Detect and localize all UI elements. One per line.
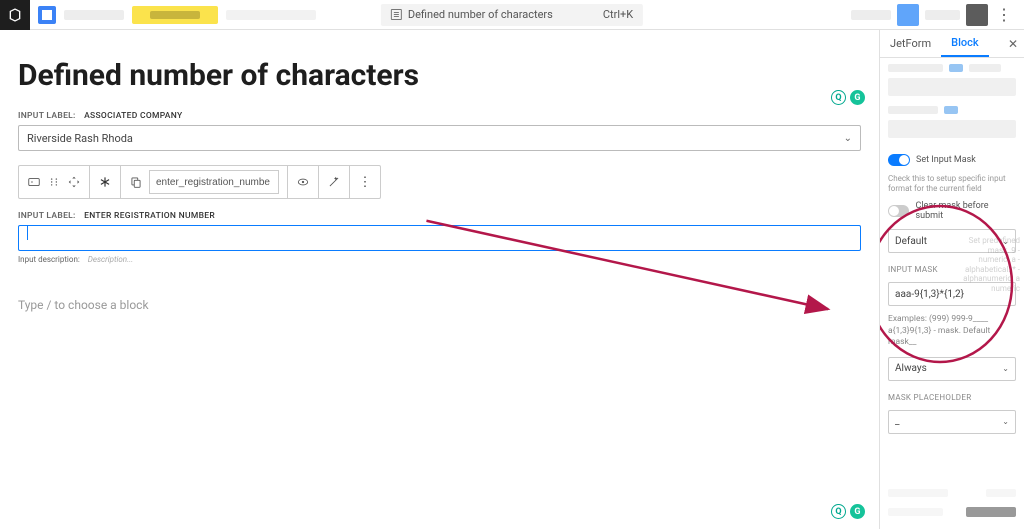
wand-icon: [327, 175, 341, 189]
company-select[interactable]: Riverside Rash Rhoda ⌄: [18, 125, 861, 151]
company-label-text[interactable]: ASSOCIATED COMPANY: [84, 111, 182, 121]
set-input-mask-toggle[interactable]: [888, 154, 910, 166]
settings-sidebar: JetForm Block ✕ Set Input Mask Check thi…: [879, 30, 1024, 529]
assist-badges-bottom: Q G: [831, 504, 865, 519]
chevron-down-icon: ⌄: [1002, 417, 1009, 426]
tab-block[interactable]: Block: [941, 30, 988, 57]
document-icon: [391, 9, 402, 20]
desc-key: Input description:: [18, 255, 80, 264]
wand-button[interactable]: [319, 166, 350, 198]
set-input-mask-label: Set Input Mask: [916, 155, 976, 165]
chevron-down-icon: ⌄: [1002, 364, 1009, 373]
assist-badge[interactable]: Q: [831, 90, 846, 105]
drag-handle-icon: [47, 175, 61, 189]
topbar-highlight: [132, 6, 218, 24]
clear-mask-row: Clear mask before submit: [888, 201, 1016, 221]
annotation-overlay: [0, 30, 879, 529]
tab-jetform[interactable]: JetForm: [880, 30, 941, 57]
command-shortcut: Ctrl+K: [603, 8, 633, 21]
clear-mask-label: Clear mask before submit: [915, 201, 1016, 221]
more-options-button[interactable]: ⋮: [994, 4, 1014, 26]
topbar-right: ⋮: [851, 4, 1024, 26]
desc-placeholder[interactable]: Description...: [88, 255, 133, 264]
block-toolbar: ⋮: [18, 165, 381, 199]
text-caret: [27, 226, 28, 240]
field-name-cell: [121, 166, 288, 198]
reg-label-row: INPUT LABEL: ENTER REGISTRATION NUMBER: [18, 211, 861, 221]
grammarly-badge[interactable]: G: [850, 90, 865, 105]
topbar-faded: [925, 10, 960, 20]
page-title[interactable]: Defined number of characters: [18, 58, 861, 93]
mask-placeholder-value: _: [895, 416, 900, 427]
sidebar-tabs: JetForm Block ✕: [880, 30, 1024, 58]
sidebar-body: Set Input Mask Check this to setup speci…: [880, 150, 1024, 438]
input-label-key: INPUT LABEL:: [18, 211, 76, 221]
block-appender[interactable]: Type / to choose a block: [18, 298, 861, 312]
copy-icon[interactable]: [129, 175, 143, 189]
description-row: Input description: Description...: [18, 255, 861, 264]
mask-visibility-value: Always: [895, 363, 927, 374]
editor-canvas: Q G Defined number of characters INPUT L…: [0, 30, 879, 529]
set-input-mask-row: Set Input Mask: [888, 154, 1016, 166]
command-title: Defined number of characters: [408, 8, 553, 21]
topbar-settings-pill[interactable]: [966, 4, 988, 26]
sidebar-skeleton: [880, 58, 1024, 150]
block-type-cell[interactable]: [19, 166, 90, 198]
toolbar-more-button[interactable]: ⋮: [350, 166, 380, 198]
chevron-down-icon: ⌄: [844, 133, 852, 144]
field-name-input[interactable]: [149, 170, 279, 194]
mask-type-value: Default: [895, 236, 927, 247]
mask-placeholder-label: MASK PLACEHOLDER: [888, 393, 1016, 402]
eye-icon: [296, 175, 310, 189]
company-label-row: INPUT LABEL: ASSOCIATED COMPANY: [18, 111, 861, 121]
registration-input[interactable]: [18, 225, 861, 251]
topbar-left: [0, 0, 316, 29]
block-inserter-button[interactable]: [38, 6, 56, 24]
assist-badges: Q G: [831, 90, 865, 105]
asterisk-icon: [98, 175, 112, 189]
move-arrows-icon: [67, 175, 81, 189]
sidebar-bottom-skeleton: [880, 481, 1024, 529]
topbar-faded: [64, 10, 124, 20]
input-mask-value: aaa-9{1,3}*{1,2}: [895, 289, 964, 300]
close-sidebar-button[interactable]: ✕: [1008, 37, 1018, 51]
company-select-value: Riverside Rash Rhoda: [27, 132, 133, 145]
asterisk-button[interactable]: [90, 166, 121, 198]
mask-type-help: Set predefined mask. 9 - numeric. a - al…: [956, 236, 1020, 294]
visibility-button[interactable]: [288, 166, 319, 198]
clear-mask-toggle[interactable]: [888, 205, 909, 217]
command-palette[interactable]: Defined number of characters Ctrl+K: [381, 4, 643, 26]
topbar-publish[interactable]: [897, 4, 919, 26]
mask-placeholder-select[interactable]: _ ⌄: [888, 410, 1016, 434]
topbar-faded: [851, 10, 891, 20]
top-bar: Defined number of characters Ctrl+K ⋮: [0, 0, 1024, 30]
set-input-mask-help: Check this to setup specific input forma…: [888, 174, 1016, 193]
assist-badge[interactable]: Q: [831, 504, 846, 519]
input-label-key: INPUT LABEL:: [18, 111, 76, 121]
input-mask-examples: Examples: (999) 999-9____ a{1,3}9{1,3} -…: [888, 314, 1016, 348]
grammarly-badge[interactable]: G: [850, 504, 865, 519]
topbar-faded: [226, 10, 316, 20]
form-field-icon: [27, 175, 41, 189]
mask-visibility-select[interactable]: Always ⌄: [888, 357, 1016, 381]
reg-label-text[interactable]: ENTER REGISTRATION NUMBER: [84, 211, 215, 221]
wp-logo[interactable]: [0, 0, 30, 30]
wordpress-icon: [7, 7, 23, 23]
